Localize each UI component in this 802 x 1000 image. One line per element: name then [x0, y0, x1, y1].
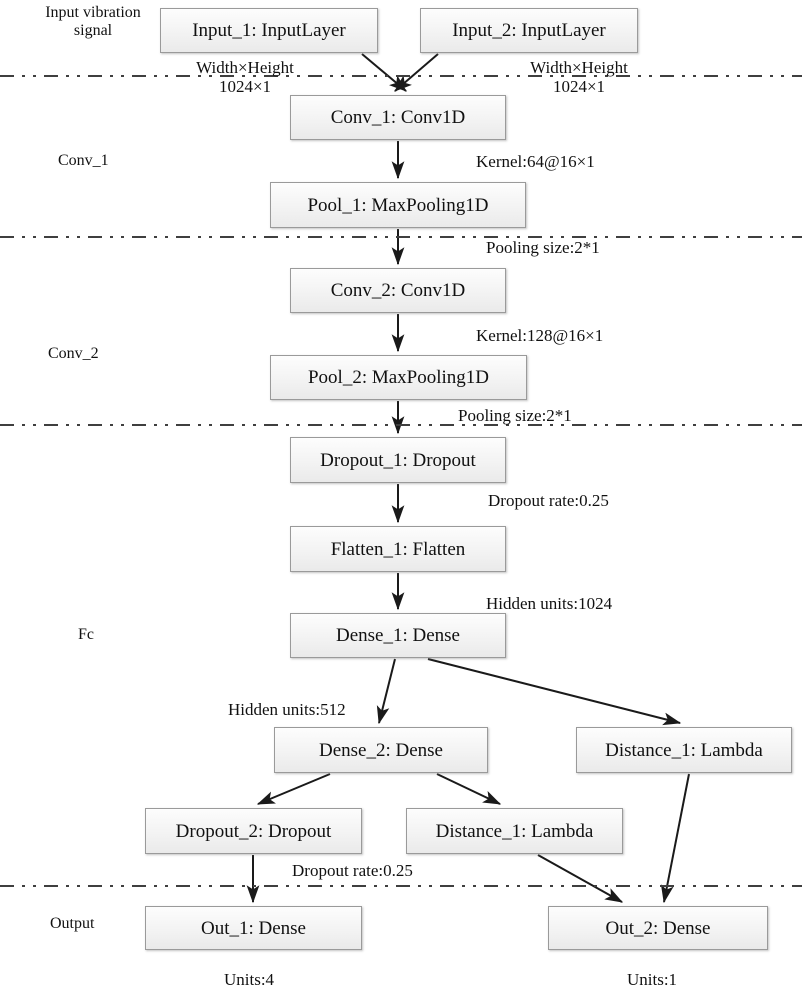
node-conv-1[interactable]: Conv_1: Conv1D: [290, 95, 506, 140]
node-distance-1-middle[interactable]: Distance_1: Lambda: [406, 808, 623, 854]
annotation-input-shape-right: Width×Height 1024×1: [530, 58, 628, 97]
annotation-pooling-size-1: Pooling size:2*1: [486, 238, 600, 257]
annotation-hidden-units-1024: Hidden units:1024: [486, 594, 613, 613]
annotation-units-1: Units:1: [627, 970, 678, 989]
stage-label-conv2: Conv_2: [48, 345, 99, 362]
edge-distancer-out2: [660, 773, 690, 904]
annotation-kernel-conv2: Kernel:128@16×1: [476, 326, 604, 345]
node-conv-2[interactable]: Conv_2: Conv1D: [290, 268, 506, 313]
node-out-2[interactable]: Out_2: Dense: [548, 906, 768, 950]
node-out-1[interactable]: Out_1: Dense: [145, 906, 362, 950]
node-pool-1[interactable]: Pool_1: MaxPooling1D: [270, 182, 526, 228]
node-pool-2[interactable]: Pool_2: MaxPooling1D: [270, 355, 527, 400]
node-dense-1[interactable]: Dense_1: Dense: [290, 613, 506, 658]
stage-label-fc: Fc: [78, 626, 94, 643]
edge-dense1-dense2: [376, 658, 396, 725]
divider-fc-output: [0, 885, 802, 887]
edge-dense2-dropout2: [256, 773, 331, 805]
annotation-kernel-conv1: Kernel:64@16×1: [476, 152, 595, 171]
annotation-dropout-rate-2: Dropout rate:0.25: [292, 861, 413, 880]
node-input-2[interactable]: Input_2: InputLayer: [420, 8, 638, 53]
stage-label-conv1: Conv_1: [58, 152, 109, 169]
node-input-1[interactable]: Input_1: InputLayer: [160, 8, 378, 53]
edge-input2-conv1: [394, 53, 439, 92]
divider-input-conv1: [0, 75, 802, 77]
annotation-units-4: Units:4: [224, 970, 275, 989]
edge-distancem-out2: [537, 854, 624, 903]
node-flatten-1[interactable]: Flatten_1: Flatten: [290, 526, 506, 572]
stage-label-input: Input vibration signal: [45, 4, 141, 39]
node-dropout-2[interactable]: Dropout_2: Dropout: [145, 808, 362, 854]
edge-dense2-distancem: [436, 773, 502, 805]
stage-label-output: Output: [50, 915, 95, 932]
annotation-hidden-units-512: Hidden units:512: [228, 700, 346, 719]
edge-layer: [246, 53, 690, 904]
divider-conv1-conv2: [0, 236, 802, 238]
node-dense-2[interactable]: Dense_2: Dense: [274, 727, 488, 773]
divider-conv2-fc: [0, 424, 802, 426]
architecture-diagram: Input vibration signal Conv_1 Conv_2 Fc …: [0, 0, 802, 1000]
annotation-dropout-rate-1: Dropout rate:0.25: [488, 491, 609, 510]
edge-input1-conv1: [361, 53, 407, 92]
annotation-input-shape-left: Width×Height 1024×1: [196, 58, 294, 97]
node-dropout-1[interactable]: Dropout_1: Dropout: [290, 437, 506, 483]
node-distance-1-right[interactable]: Distance_1: Lambda: [576, 727, 792, 773]
annotation-pooling-size-2: Pooling size:2*1: [458, 406, 572, 425]
edge-dense1-distancer: [427, 658, 682, 726]
